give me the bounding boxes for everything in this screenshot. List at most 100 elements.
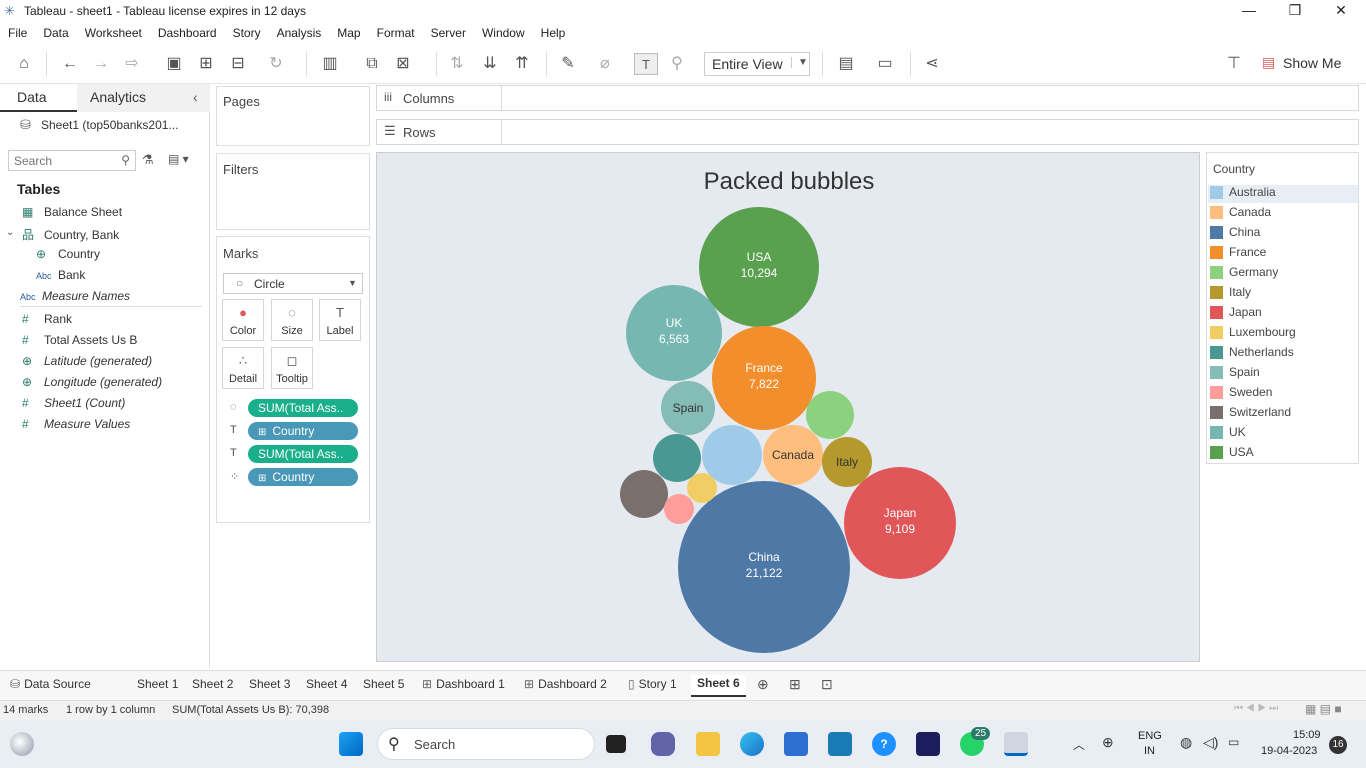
field-item[interactable]: # Measure Values	[22, 417, 130, 431]
restore-button[interactable]: ❐	[1272, 2, 1318, 19]
sort-descending-icon[interactable]: ⇈	[510, 53, 534, 75]
replay-icon[interactable]: ⇨	[120, 53, 144, 75]
taskbar-search[interactable]: ⚲ Search	[377, 728, 595, 760]
legend-item[interactable]: Australia	[1208, 185, 1358, 203]
bubble-luxembourg[interactable]	[687, 473, 717, 503]
tab-nav-arrows-icon[interactable]: ⏮ ◀ ▶ ⏭	[1234, 703, 1278, 714]
marks-pill[interactable]: SUM(Total Ass..	[248, 445, 358, 463]
marks-detail-button[interactable]: ∴ Detail	[222, 347, 264, 389]
bubble-circle[interactable]	[806, 391, 854, 439]
file-explorer-icon[interactable]	[696, 732, 720, 756]
legend-item[interactable]: Netherlands	[1210, 345, 1294, 363]
tab-analytics[interactable]: Analytics ‹	[77, 84, 210, 112]
start-icon[interactable]	[339, 732, 363, 756]
teams-chat-icon[interactable]	[651, 732, 675, 756]
field-item[interactable]: # Sheet1 (Count)	[22, 396, 125, 410]
bubble-italy[interactable]: Italy	[822, 437, 872, 487]
chevron-up-icon[interactable]: ︿	[1073, 736, 1085, 753]
legend-item[interactable]: Luxembourg	[1210, 325, 1296, 343]
menu-dashboard[interactable]: Dashboard	[158, 23, 217, 40]
battery-icon[interactable]: ▭	[1228, 735, 1239, 749]
datasource-name[interactable]: Sheet1 (top50banks201...	[41, 118, 178, 132]
bubble-uk[interactable]: UK 6,563	[626, 285, 722, 381]
share-icon[interactable]: ⋖	[920, 53, 944, 75]
field-item[interactable]: ▦ Balance Sheet	[22, 205, 122, 219]
new-datasource-icon[interactable]: ⊞	[194, 53, 218, 75]
show-cards-icon[interactable]: ▤	[834, 53, 858, 75]
sheet-tab[interactable]: Sheet 5	[363, 677, 404, 691]
marks-pill[interactable]: ⊞ Country	[248, 422, 358, 440]
sheet-tab[interactable]: ⊞ Dashboard 1	[422, 677, 505, 691]
packed-bubbles-chart[interactable]: Packed bubbles China 21,122 USA 10,294 Japan…	[377, 153, 1199, 661]
bubble-france[interactable]: France 7,822	[712, 326, 816, 430]
field-item[interactable]: Abc Measure Names	[20, 289, 130, 303]
tab-data[interactable]: Data	[0, 84, 77, 112]
legend-item[interactable]: Spain	[1210, 365, 1260, 383]
field-item[interactable]: # Total Assets Us B	[22, 333, 137, 347]
legend-item[interactable]: Sweden	[1210, 385, 1272, 403]
bubble-netherlands[interactable]	[653, 434, 701, 482]
edge-icon[interactable]	[740, 732, 764, 756]
field-item[interactable]: # Rank	[22, 312, 72, 326]
marks-pill[interactable]: ⊞ Country	[248, 468, 358, 486]
new-story-icon[interactable]: ⊡	[821, 676, 833, 693]
app-icon[interactable]	[828, 732, 852, 756]
sheet-tab[interactable]: Sheet 1	[137, 677, 178, 691]
marks-pill[interactable]: SUM(Total Ass..	[248, 399, 358, 417]
bubble-usa[interactable]: USA 10,294	[699, 207, 819, 327]
search-input[interactable]	[9, 151, 109, 170]
legend-item[interactable]: Switzerland	[1210, 405, 1291, 423]
help-icon[interactable]: ?	[872, 732, 896, 756]
field-item[interactable]: Abc Bank	[36, 268, 85, 282]
bubble-germany[interactable]	[806, 391, 854, 439]
bubble-circle[interactable]	[687, 473, 717, 503]
menu-help[interactable]: Help	[541, 23, 566, 40]
app-dark-icon[interactable]	[916, 732, 940, 756]
legend-item[interactable]: Germany	[1210, 265, 1278, 283]
bubble-canada[interactable]: Canada	[763, 425, 823, 485]
close-button[interactable]: ✕	[1318, 2, 1364, 19]
rows-shelf[interactable]: ☰ Rows	[376, 119, 1359, 145]
bubble-circle[interactable]	[664, 494, 694, 524]
sheet-tab[interactable]: ▯ Story 1	[628, 677, 677, 691]
bubble-spain[interactable]: Spain	[661, 381, 715, 435]
fit-dropdown[interactable]: Entire View ▼	[704, 52, 810, 76]
group-icon[interactable]: ⌀	[593, 53, 617, 75]
show-me-button[interactable]: ▤ Show Me	[1262, 54, 1352, 74]
legend-item[interactable]: Italy	[1210, 285, 1251, 303]
wifi-icon[interactable]: ◍	[1180, 734, 1192, 751]
presentation-icon[interactable]: ▭	[873, 53, 897, 75]
undo-icon[interactable]: ←	[58, 53, 82, 75]
legend-item[interactable]: China	[1210, 225, 1260, 243]
menu-data[interactable]: Data	[43, 23, 68, 40]
field-item[interactable]: ⊕ Country	[36, 247, 100, 261]
pause-update-icon[interactable]: ⊟	[226, 53, 250, 75]
menu-map[interactable]: Map	[337, 23, 360, 40]
refresh-icon[interactable]: ↻	[264, 53, 288, 75]
legend-item[interactable]: USA	[1210, 445, 1254, 463]
minimize-button[interactable]: —	[1226, 2, 1272, 18]
legend-item[interactable]: Canada	[1210, 205, 1271, 223]
notification-badge[interactable]: 16	[1329, 736, 1347, 754]
redo-icon[interactable]: →	[89, 53, 113, 75]
show-labels-icon[interactable]: T	[634, 53, 658, 75]
marks-color-button[interactable]: ● Color	[222, 299, 264, 341]
marks-size-button[interactable]: ◌ Size	[271, 299, 313, 341]
legend-item[interactable]: France	[1210, 245, 1266, 263]
sheet-tab[interactable]: ⊞ Dashboard 2	[524, 677, 607, 691]
sheet-tab[interactable]: Sheet 2	[192, 677, 233, 691]
clear-sheet-icon[interactable]: ⊠	[391, 53, 415, 75]
sheet-tab[interactable]: ⛁ Data Source	[10, 677, 91, 691]
field-item[interactable]: ⊕ Latitude (generated)	[22, 354, 152, 368]
collapse-chevron-icon[interactable]: ⌄	[6, 227, 14, 238]
pin-axes-icon[interactable]: ⚲	[665, 53, 689, 75]
search-field[interactable]: ⚲	[8, 150, 136, 171]
lang-line2[interactable]: IN	[1144, 745, 1155, 757]
clock-time[interactable]: 15:09	[1293, 729, 1321, 741]
save-icon[interactable]: ▣	[162, 53, 186, 75]
view-options-icon[interactable]: ▤ ▾	[168, 152, 189, 166]
filter-icon[interactable]: ⚗	[142, 152, 154, 168]
collapse-icon[interactable]: ‹	[193, 84, 198, 110]
menu-format[interactable]: Format	[377, 23, 415, 40]
volume-icon[interactable]: ◁)	[1203, 734, 1218, 751]
